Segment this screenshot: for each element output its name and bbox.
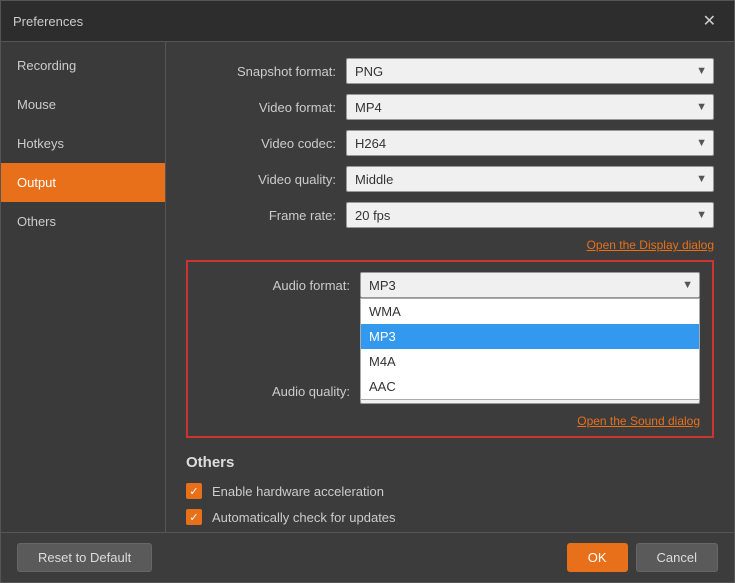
video-format-row: Video format: MP4 ▼ <box>186 94 714 120</box>
audio-option-aac[interactable]: AAC <box>361 374 699 399</box>
snapshot-format-select-wrapper[interactable]: PNG ▼ <box>346 58 714 84</box>
hardware-acceleration-label: Enable hardware acceleration <box>212 484 384 499</box>
snapshot-format-label: Snapshot format: <box>186 64 346 79</box>
content-area: Snapshot format: PNG ▼ Video format: MP4… <box>166 42 734 532</box>
video-codec-select[interactable]: H264 <box>347 131 713 155</box>
title-bar: Preferences ✕ <box>1 1 734 42</box>
preferences-dialog: Preferences ✕ Recording Mouse Hotkeys Ou… <box>0 0 735 583</box>
sidebar-item-label: Hotkeys <box>17 136 64 151</box>
auto-check-updates-row: ✓ Automatically check for updates <box>186 509 714 525</box>
frame-rate-select-wrapper[interactable]: 20 fps ▼ <box>346 202 714 228</box>
sidebar-item-mouse[interactable]: Mouse <box>1 85 165 124</box>
display-link-row: Open the Display dialog <box>186 238 714 252</box>
audio-quality-label: Audio quality: <box>200 384 360 399</box>
sidebar-item-hotkeys[interactable]: Hotkeys <box>1 124 165 163</box>
video-quality-row: Video quality: Middle ▼ <box>186 166 714 192</box>
video-codec-label: Video codec: <box>186 136 346 151</box>
footer-right: OK Cancel <box>567 543 718 572</box>
open-sound-link[interactable]: Open the Sound dialog <box>577 414 700 428</box>
hardware-acceleration-row: ✓ Enable hardware acceleration <box>186 483 714 499</box>
video-codec-row: Video codec: H264 ▼ <box>186 130 714 156</box>
sidebar-item-output[interactable]: Output <box>1 163 165 202</box>
footer: Reset to Default OK Cancel <box>1 532 734 582</box>
audio-option-m4a[interactable]: M4A <box>361 349 699 374</box>
sidebar: Recording Mouse Hotkeys Output Others <box>1 42 166 532</box>
frame-rate-select[interactable]: 20 fps <box>347 203 713 227</box>
snapshot-format-select[interactable]: PNG <box>347 59 713 83</box>
check-icon: ✓ <box>189 485 198 498</box>
sidebar-item-others[interactable]: Others <box>1 202 165 241</box>
close-button[interactable]: ✕ <box>697 9 722 33</box>
video-quality-label: Video quality: <box>186 172 346 187</box>
cancel-button[interactable]: Cancel <box>636 543 718 572</box>
main-content: Recording Mouse Hotkeys Output Others Sn… <box>1 42 734 532</box>
video-format-label: Video format: <box>186 100 346 115</box>
sidebar-item-label: Others <box>17 214 56 229</box>
others-title: Others <box>186 454 714 471</box>
video-quality-select[interactable]: Middle <box>347 167 713 191</box>
snapshot-format-row: Snapshot format: PNG ▼ <box>186 58 714 84</box>
hardware-acceleration-checkbox[interactable]: ✓ <box>186 483 202 499</box>
sidebar-item-label: Mouse <box>17 97 56 112</box>
others-section: Others ✓ Enable hardware acceleration ✓ … <box>186 454 714 532</box>
video-codec-select-wrapper[interactable]: H264 ▼ <box>346 130 714 156</box>
audio-format-arrow-icon: ▼ <box>682 279 693 291</box>
audio-box: Audio format: MP3 ▼ WMA MP3 M4A AAC <box>186 260 714 438</box>
sidebar-item-recording[interactable]: Recording <box>1 46 165 85</box>
audio-format-label: Audio format: <box>200 278 360 293</box>
sound-link-row: Open the Sound dialog <box>200 414 700 428</box>
audio-format-dropdown-container: MP3 ▼ WMA MP3 M4A AAC <box>360 272 700 298</box>
auto-check-updates-label: Automatically check for updates <box>212 510 396 525</box>
sidebar-item-label: Recording <box>17 58 76 73</box>
audio-option-wma[interactable]: WMA <box>361 299 699 324</box>
video-format-select[interactable]: MP4 <box>347 95 713 119</box>
check-icon: ✓ <box>189 511 198 524</box>
audio-format-row: Audio format: MP3 ▼ WMA MP3 M4A AAC <box>200 272 700 298</box>
audio-option-mp3[interactable]: MP3 <box>361 324 699 349</box>
ok-button[interactable]: OK <box>567 543 628 572</box>
audio-format-value: MP3 <box>369 278 396 293</box>
reset-button[interactable]: Reset to Default <box>17 543 152 572</box>
audio-format-dropdown[interactable]: MP3 ▼ <box>360 272 700 298</box>
auto-check-updates-checkbox[interactable]: ✓ <box>186 509 202 525</box>
frame-rate-row: Frame rate: 20 fps ▼ <box>186 202 714 228</box>
open-display-link[interactable]: Open the Display dialog <box>587 238 714 252</box>
video-format-select-wrapper[interactable]: MP4 ▼ <box>346 94 714 120</box>
dialog-title: Preferences <box>13 14 83 29</box>
audio-format-dropdown-list: WMA MP3 M4A AAC <box>360 298 700 400</box>
sidebar-item-label: Output <box>17 175 56 190</box>
video-quality-select-wrapper[interactable]: Middle ▼ <box>346 166 714 192</box>
frame-rate-label: Frame rate: <box>186 208 346 223</box>
